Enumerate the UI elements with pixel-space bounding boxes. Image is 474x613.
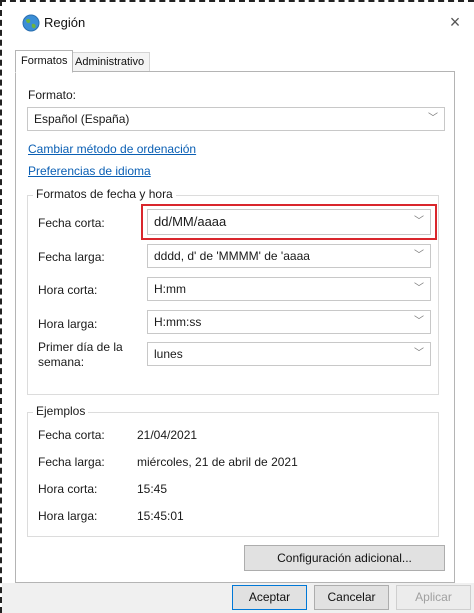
example-short-time-value: 15:45 (137, 482, 168, 496)
window-title: Región (44, 15, 86, 30)
short-time-select[interactable]: H:mm ﹀ (147, 277, 431, 301)
first-day-select[interactable]: lunes ﹀ (147, 342, 431, 366)
chevron-down-icon: ﹀ (414, 348, 424, 359)
title-bar: Región × (2, 2, 472, 42)
short-date-label: Fecha corta: (38, 216, 105, 230)
additional-settings-button[interactable]: Configuración adicional... (244, 545, 445, 571)
short-time-label: Hora corta: (38, 283, 98, 297)
tab-formatos[interactable]: Formatos (15, 50, 74, 73)
example-long-date-label: Fecha larga: (38, 455, 105, 469)
chevron-down-icon: ﹀ (414, 283, 424, 294)
region-dialog: Región × Formatos Administrativo Formato… (0, 0, 474, 613)
language-preferences-link[interactable]: Preferencias de idioma (28, 164, 151, 178)
example-short-time-label: Hora corta: (38, 482, 98, 496)
example-short-date-label: Fecha corta: (38, 428, 105, 442)
close-button[interactable]: × (444, 11, 466, 33)
chevron-down-icon: ﹀ (428, 113, 438, 124)
short-time-value: H:mm (154, 282, 186, 296)
first-day-label: Primer día de la semana: (38, 340, 123, 369)
long-time-label: Hora larga: (38, 317, 98, 331)
chevron-down-icon: ﹀ (414, 250, 424, 261)
cancel-button[interactable]: Cancelar (314, 585, 389, 610)
apply-button[interactable]: Aplicar (396, 585, 471, 610)
dialog-footer: Aceptar Cancelar Aplicar (2, 583, 474, 613)
examples-title: Ejemplos (33, 404, 89, 418)
first-day-value: lunes (154, 347, 183, 361)
format-select[interactable]: Español (España) ﹀ (27, 107, 445, 131)
example-long-date-value: miércoles, 21 de abril de 2021 (137, 455, 298, 469)
globe-icon (22, 14, 40, 32)
ok-button[interactable]: Aceptar (232, 585, 307, 610)
format-select-value: Español (España) (34, 112, 130, 126)
highlight-box (141, 204, 437, 240)
formats-panel: Formato: Español (España) ﹀ Cambiar méto… (15, 71, 455, 583)
example-long-time-label: Hora larga: (38, 509, 98, 523)
example-short-date-value: 21/04/2021 (137, 428, 198, 442)
date-time-formats-title: Formatos de fecha y hora (33, 187, 176, 201)
long-date-select[interactable]: dddd, d' de 'MMMM' de 'aaaa ﹀ (147, 244, 431, 268)
format-label: Formato: (28, 88, 77, 102)
sort-method-link[interactable]: Cambiar método de ordenación (28, 142, 196, 156)
long-time-value: H:mm:ss (154, 315, 202, 329)
example-long-time-value: 15:45:01 (137, 509, 184, 523)
long-date-value: dddd, d' de 'MMMM' de 'aaaa (154, 249, 310, 263)
chevron-down-icon: ﹀ (414, 316, 424, 327)
dashed-border-left (0, 0, 2, 613)
tab-administrativo[interactable]: Administrativo (69, 52, 151, 72)
long-time-select[interactable]: H:mm:ss ﹀ (147, 310, 431, 334)
long-date-label: Fecha larga: (38, 250, 105, 264)
